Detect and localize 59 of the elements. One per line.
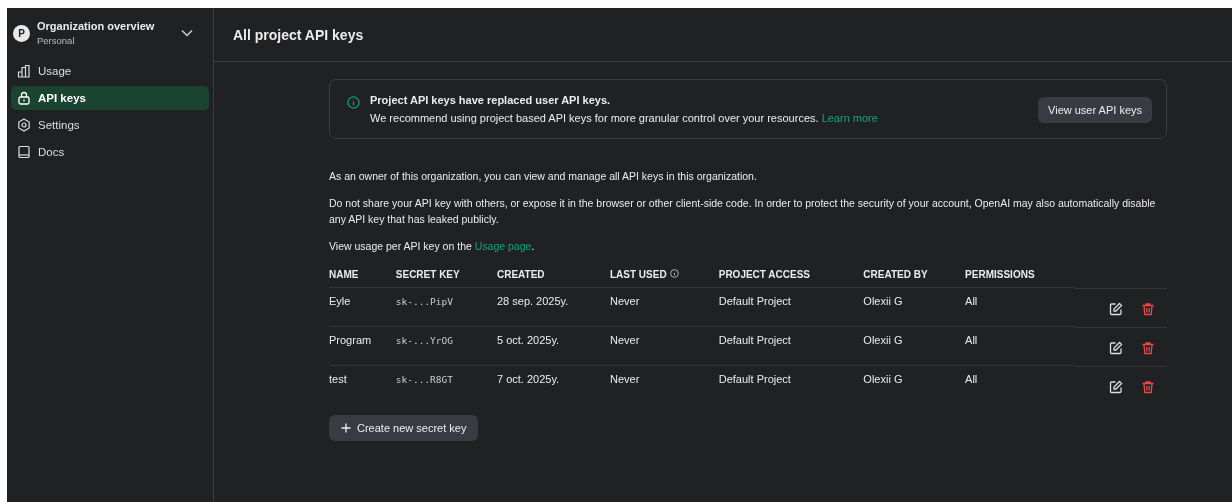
column-header: CREATED xyxy=(497,269,545,280)
avatar: P xyxy=(13,24,30,42)
lock-icon xyxy=(17,91,31,105)
table-cell: sk-...YrOG xyxy=(395,335,453,346)
table-cell: All xyxy=(965,373,978,385)
info-icon xyxy=(669,269,679,278)
book-icon xyxy=(17,145,31,159)
table-cell: All xyxy=(965,295,978,307)
usage-text: View usage per API key on the Usage page. xyxy=(329,239,536,254)
table-cell: Olexii G xyxy=(863,334,903,346)
table-cell: 7 oct. 2025y. xyxy=(497,373,560,385)
bar-chart-icon xyxy=(17,64,31,78)
table-cell: 5 oct. 2025y. xyxy=(497,334,560,346)
column-header: PERMISSIONS xyxy=(965,269,1035,280)
view-user-keys-button[interactable]: View user API keys xyxy=(1038,97,1152,123)
table-cell: sk-...R8GT xyxy=(395,374,453,385)
info-icon xyxy=(347,96,360,109)
delete-icon[interactable] xyxy=(1141,301,1155,316)
organization-switcher[interactable]: P Organization overview Personal xyxy=(11,20,209,56)
column-header: CREATED BY xyxy=(863,269,928,280)
table-cell: Olexii G xyxy=(863,295,903,307)
column-header: PROJECT ACCESS xyxy=(718,269,811,280)
nav-item[interactable]: Usage xyxy=(11,59,209,83)
edit-icon[interactable] xyxy=(1109,379,1123,394)
table-cell: Olexii G xyxy=(863,373,903,385)
settings-icon xyxy=(17,118,31,132)
table-cell: Eyle xyxy=(329,295,351,307)
column-header: LAST USED xyxy=(610,269,667,280)
table-cell: sk-...PipV xyxy=(395,296,453,307)
table-cell: Default Project xyxy=(718,295,791,307)
nav-item[interactable]: Docs xyxy=(11,140,209,164)
table-cell: Never xyxy=(610,295,640,307)
nav-item[interactable]: API keys xyxy=(11,86,209,110)
table-cell: Never xyxy=(610,334,640,346)
nav-item[interactable]: Settings xyxy=(11,113,209,137)
table-cell: Program xyxy=(329,334,372,346)
description-text: As an owner of this organization, you can view and manage all API keys in this organization. xyxy=(329,169,758,184)
column-header: SECRET KEY xyxy=(395,269,460,280)
create-key-button[interactable]: Create new secret key xyxy=(329,414,479,441)
notice-title: Project API keys have replaced user API keys. xyxy=(370,94,612,106)
delete-icon[interactable] xyxy=(1141,340,1155,355)
page-title: All project API keys xyxy=(233,26,364,43)
table-cell: Default Project xyxy=(718,373,791,385)
edit-icon[interactable] xyxy=(1109,340,1123,355)
table-cell: test xyxy=(329,373,347,385)
learn-more-link[interactable]: Learn more xyxy=(821,112,878,124)
plus-icon xyxy=(341,422,351,433)
organization-name: Organization overview xyxy=(37,20,156,32)
chevron-down-icon xyxy=(181,29,193,37)
table-cell: Never xyxy=(610,373,640,385)
organization-type: Personal xyxy=(37,35,76,46)
column-header: NAME xyxy=(329,269,359,280)
table-cell: All xyxy=(965,334,978,346)
notice-text: We recommend using project based API keys for more granular control over your resources. Learn more xyxy=(370,112,879,124)
description-text: Do not share your API key with others, or expose it in the browser or other client-side code. In order to protect the security of your account, OpenAI may also automatically disable any API key that has leaked publicly. xyxy=(329,196,1157,227)
table-cell: Default Project xyxy=(718,334,791,346)
delete-icon[interactable] xyxy=(1141,379,1155,394)
edit-icon[interactable] xyxy=(1109,301,1123,316)
table-cell: 28 sep. 2025y. xyxy=(497,295,569,307)
